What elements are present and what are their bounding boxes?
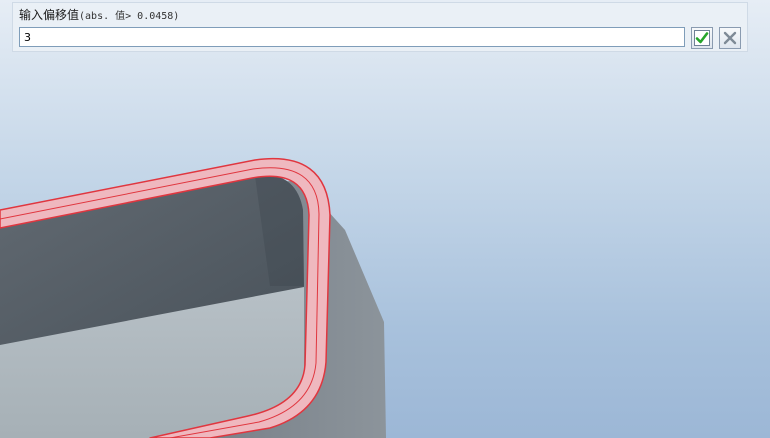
3d-viewport[interactable] xyxy=(0,0,770,438)
accept-button[interactable] xyxy=(691,27,713,49)
prompt-label-text: 输入偏移值 xyxy=(19,8,80,22)
green-checkmark-icon xyxy=(694,30,710,46)
offset-prompt-label: 输入偏移值(abs. 值> 0.0458) xyxy=(19,7,179,23)
grey-x-icon xyxy=(723,31,737,45)
prompt-hint-text: (abs. 值> 0.0458) xyxy=(79,11,180,22)
cancel-button[interactable] xyxy=(719,27,741,49)
offset-value-input[interactable] xyxy=(19,27,685,47)
offset-prompt-bar: 输入偏移值(abs. 值> 0.0458) xyxy=(12,2,748,52)
